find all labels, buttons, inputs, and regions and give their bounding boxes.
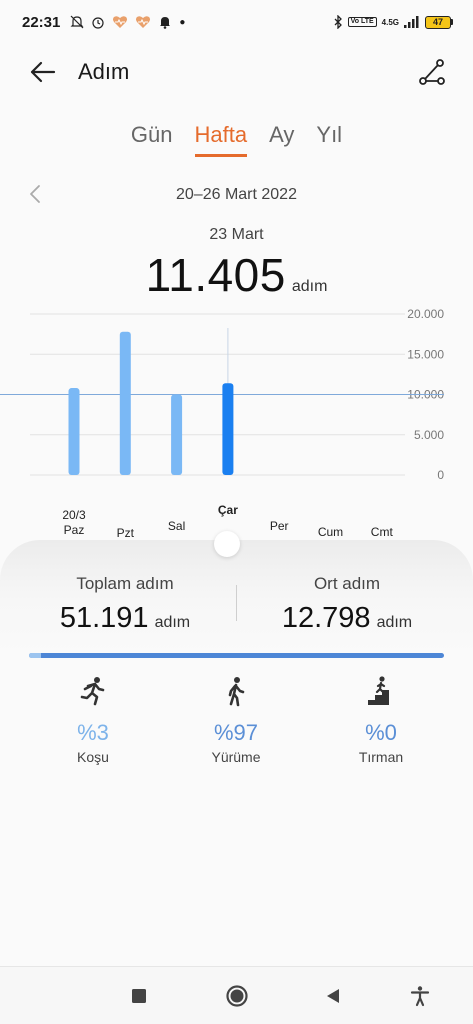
x-tick-label: Çar [218, 503, 238, 517]
average-steps: Ort adım 12.798 adım [247, 574, 447, 635]
walking-label: Yürüme [211, 749, 261, 765]
y-tick-label: 0 [437, 468, 444, 482]
battery-icon: 47 [425, 15, 453, 29]
running-label: Koşu [77, 749, 109, 765]
total-steps-value: 51.191 [59, 602, 149, 634]
activity-climbing: %0 Tırman [321, 675, 441, 765]
bar-çar [222, 383, 234, 475]
activity-split-bar [29, 653, 444, 658]
back-nav-button[interactable] [320, 983, 346, 1009]
tab-year[interactable]: Yıl [316, 118, 342, 157]
total-steps: Toplam adım 51.191 adım [25, 574, 225, 635]
back-button[interactable] [28, 57, 58, 87]
total-steps-label: Toplam adım [76, 574, 174, 593]
y-tick-label: 15.000 [407, 347, 444, 361]
selected-steps-unit: adım [291, 278, 328, 295]
bell-icon [160, 17, 171, 29]
battery-level: 47 [425, 15, 451, 29]
running-icon [80, 677, 105, 706]
page-title: Adım [78, 59, 130, 84]
running-percent: %3 [77, 720, 109, 745]
climbing-label: Tırman [358, 749, 404, 765]
running-share-segment [29, 653, 42, 658]
recents-button[interactable] [126, 983, 152, 1009]
y-tick-label: 20.000 [407, 307, 444, 321]
bar-paz [68, 388, 80, 475]
climbing-icon [368, 676, 389, 705]
status-time: 22:31 [22, 13, 61, 31]
x-tick-label: Sal [168, 519, 185, 533]
status-bar: 22:31 ● Vo LTE 4.5G 47 [0, 0, 473, 44]
chart-drag-handle[interactable] [214, 531, 240, 557]
stat-divider [236, 585, 237, 621]
x-tick-label: Paz [64, 523, 85, 537]
network-type: 4.5G [381, 17, 399, 27]
x-date-label: 20/3 [62, 508, 86, 522]
selected-date: 23 Mart [209, 226, 264, 243]
route-icon [419, 59, 445, 85]
square-icon [132, 989, 146, 1003]
route-button[interactable] [417, 57, 447, 87]
climbing-percent: %0 [365, 720, 397, 745]
accessibility-button[interactable] [407, 983, 433, 1009]
circle-icon [226, 985, 248, 1007]
walking-percent: %97 [213, 720, 259, 745]
date-range: 20–26 Mart 2022 [176, 186, 297, 203]
heart-rate-icon [113, 16, 128, 28]
selected-steps-value: 11.405 [145, 249, 286, 301]
system-navigation-bar [0, 966, 473, 1024]
average-steps-label: Ort adım [313, 574, 381, 593]
tab-day[interactable]: Gün [131, 118, 173, 157]
status-right: Vo LTE 4.5G 47 [333, 15, 453, 29]
volte-badge: Vo LTE [347, 17, 377, 27]
average-steps-unit: adım [376, 614, 413, 631]
average-steps-value: 12.798 [281, 602, 371, 634]
period-tabs: Gün Hafta Ay Yıl [0, 118, 473, 157]
x-tick-label: Cum [318, 525, 343, 539]
alarm-icon [92, 17, 104, 29]
bluetooth-icon [334, 15, 342, 29]
x-tick-label: Per [270, 519, 289, 533]
bar-sal [171, 394, 183, 475]
home-button[interactable] [224, 983, 250, 1009]
weekly-steps-chart[interactable]: 20.00015.00010.0005.0000Paz Pzt SalÇarPer C… [0, 300, 473, 550]
walking-icon [228, 677, 245, 707]
tab-week[interactable]: Hafta [194, 118, 248, 157]
activity-running: %3 Koşu [33, 675, 153, 765]
app-bar: Adım [0, 44, 473, 100]
x-tick-label: Pzt [117, 526, 135, 540]
total-steps-unit: adım [154, 614, 191, 631]
activity-walking: %97 Yürüme [176, 675, 296, 765]
tab-month[interactable]: Ay [269, 118, 294, 157]
triangle-left-icon [327, 989, 339, 1003]
selected-steps: 11.405 adım [0, 248, 473, 302]
bell-off-icon [70, 15, 84, 29]
arrow-left-icon [30, 61, 56, 83]
y-tick-label: 5.000 [414, 428, 444, 442]
date-navigator: 20–26 Mart 2022 [0, 183, 473, 207]
bar-pzt [119, 331, 131, 475]
notification-icons: ● [70, 15, 185, 29]
dot-icon: ● [179, 16, 186, 28]
heart-rate-icon-2 [136, 16, 151, 28]
accessibility-icon [410, 986, 430, 1007]
x-tick-label: Cmt [371, 525, 394, 539]
signal-icon [404, 16, 419, 28]
